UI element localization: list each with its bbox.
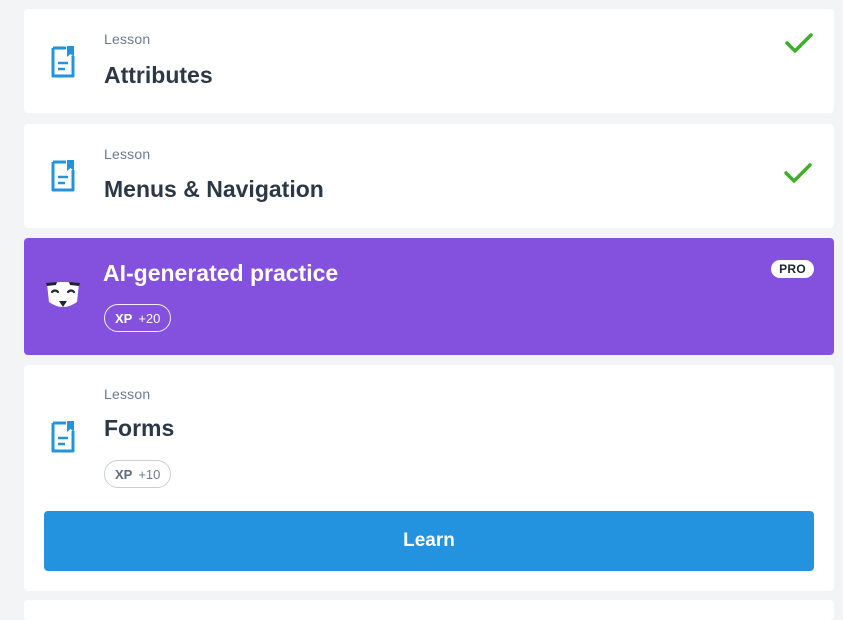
next-lesson-card[interactable] <box>24 600 834 620</box>
lesson-document-icon <box>51 421 75 453</box>
lesson-title: Attributes <box>104 62 213 88</box>
lesson-card-attributes[interactable]: Lesson Attributes <box>24 9 834 113</box>
practice-title: AI-generated practice <box>103 260 339 286</box>
lesson-type-label: Lesson <box>104 31 151 47</box>
lesson-title: Forms <box>104 415 175 441</box>
lesson-card-menus-navigation[interactable]: Lesson Menus & Navigation <box>24 124 834 228</box>
xp-value: +20 <box>138 310 161 326</box>
lesson-card-forms: Lesson Forms XP +10 Learn <box>24 365 834 591</box>
xp-reward-badge: XP +20 <box>104 304 172 332</box>
lesson-document-icon <box>51 160 75 192</box>
checkmark-icon <box>785 33 813 53</box>
lesson-type-label: Lesson <box>104 146 151 162</box>
xp-label: XP <box>115 310 133 326</box>
lesson-type-label: Lesson <box>104 386 151 402</box>
lesson-document-icon <box>51 46 75 78</box>
ai-mascot-icon <box>46 282 80 307</box>
xp-reward-badge: XP +10 <box>104 460 172 488</box>
pro-badge: PRO <box>771 260 814 278</box>
xp-value: +10 <box>138 466 161 482</box>
checkmark-icon <box>784 163 812 183</box>
learn-button[interactable]: Learn <box>44 511 814 571</box>
lesson-title: Menus & Navigation <box>104 176 324 202</box>
xp-label: XP <box>115 466 133 482</box>
ai-practice-card[interactable]: AI-generated practice PRO XP +20 <box>24 238 834 355</box>
